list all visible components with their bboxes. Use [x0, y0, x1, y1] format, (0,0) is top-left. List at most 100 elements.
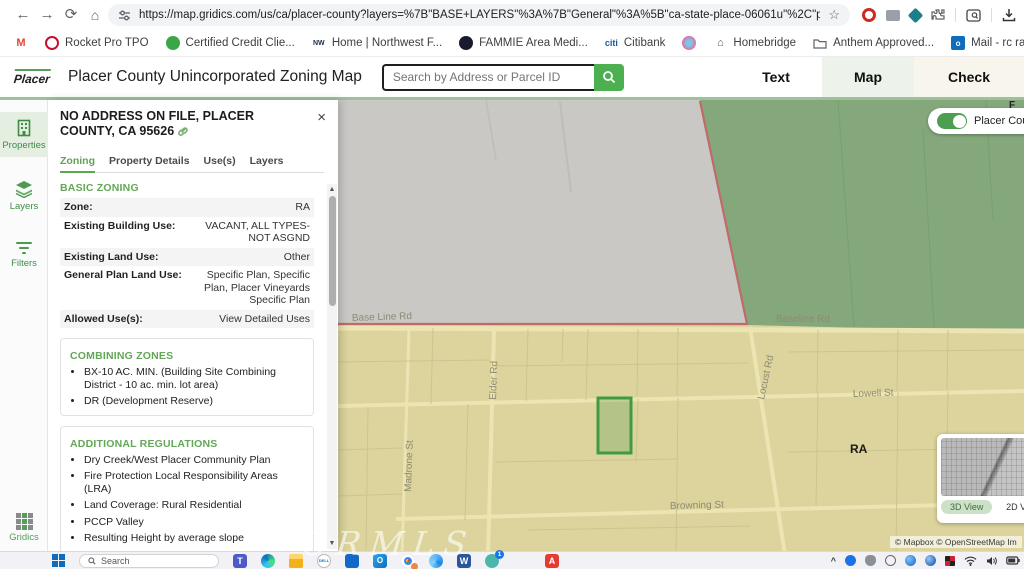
download-icon[interactable] — [1002, 8, 1016, 22]
panel-scrollbar[interactable]: ▲ ▼ — [327, 184, 337, 549]
bookmark-fammie[interactable]: FAMMIE Area Medi... — [459, 36, 588, 50]
sidebar-item-layers[interactable]: Layers — [0, 173, 48, 218]
gridics-logo-icon — [16, 513, 33, 530]
zoning-row-existing-building-use: Existing Building Use: VACANT, ALL TYPES… — [60, 217, 314, 248]
tray-expand-icon[interactable]: ^ — [831, 556, 836, 566]
forward-icon[interactable]: → — [36, 4, 58, 26]
panel-tab-property-details[interactable]: Property Details — [109, 155, 190, 167]
acrobat-icon[interactable]: A — [545, 554, 559, 568]
bookmark-gmail[interactable]: M — [14, 36, 28, 50]
gray-extension-icon[interactable] — [886, 10, 900, 21]
search-input[interactable] — [382, 64, 594, 91]
tray-globe-icon[interactable] — [905, 555, 916, 566]
extension-icons — [862, 4, 1016, 26]
start-button-icon[interactable] — [52, 554, 65, 567]
minimap-thumbnail[interactable] — [941, 438, 1024, 496]
bookmark-star-icon[interactable]: ☆ — [828, 7, 840, 23]
battery-icon[interactable] — [1006, 556, 1020, 565]
road-label-browning-st: Browning St — [670, 500, 724, 512]
tab-search-icon[interactable] — [966, 9, 981, 22]
windows-taskbar: Search T DELL O W 1 A ^ — [0, 551, 1024, 569]
scroll-up-icon[interactable]: ▲ — [327, 186, 337, 193]
zoning-row-general-plan: General Plan Land Use: Specific Plan, Sp… — [60, 266, 314, 310]
snowflake-icon — [682, 36, 696, 50]
blue-app-icon[interactable] — [345, 554, 359, 568]
dell-icon[interactable]: DELL — [317, 554, 331, 568]
bookmark-outlook-mail[interactable]: o Mail - rc raymondco... — [951, 36, 1024, 50]
close-panel-icon[interactable]: × — [317, 112, 326, 124]
combining-zone-link[interactable]: DR (Development Reserve) — [84, 395, 304, 408]
address-bar[interactable]: https://map.gridics.com/us/ca/placer-cou… — [108, 4, 850, 26]
selected-parcel[interactable] — [598, 398, 631, 453]
zoning-row-existing-land-use: Existing Land Use: Other — [60, 248, 314, 267]
url-text: https://map.gridics.com/us/ca/placer-cou… — [139, 9, 820, 21]
search-button[interactable] — [594, 64, 624, 91]
regulation-link[interactable]: Dry Creek/West Placer Community Plan — [84, 454, 304, 467]
bookmark-certified-credit[interactable]: Certified Credit Clie... — [166, 36, 295, 50]
toggle-switch-icon[interactable] — [937, 113, 967, 129]
regulation-link[interactable]: Resulting Height by average slope — [84, 532, 304, 545]
gridics-branding[interactable]: Gridics — [0, 513, 48, 543]
tray-grid-icon[interactable] — [945, 556, 955, 566]
view-detailed-uses-link[interactable]: View Detailed Uses — [219, 313, 310, 326]
view-2d-button[interactable]: 2D Vie — [1006, 502, 1024, 512]
reload-icon[interactable]: ⟳ — [60, 4, 82, 26]
tray-globe2-icon[interactable] — [925, 555, 936, 566]
teal-extension-icon[interactable] — [908, 7, 924, 23]
map-attribution[interactable]: © Mapbox © OpenStreetMap Im — [890, 536, 1022, 548]
section-heading: BASIC ZONING — [60, 182, 314, 194]
sidebar-item-filters[interactable]: Filters — [0, 234, 48, 275]
tab-text[interactable]: Text — [730, 57, 822, 97]
volume-icon[interactable] — [986, 556, 997, 566]
page-title: Placer County Unincorporated Zoning Map — [68, 68, 362, 86]
sidebar-item-properties[interactable]: Properties — [0, 112, 48, 157]
back-icon[interactable]: ← — [12, 4, 34, 26]
zone-link[interactable]: RA — [295, 201, 310, 214]
bookmark-snowflake[interactable] — [682, 36, 696, 50]
bookmark-rocket-pro[interactable]: Rocket Pro TPO — [45, 36, 149, 50]
panel-tab-zoning[interactable]: Zoning — [60, 155, 95, 167]
app-header: Placer Placer County Unincorporated Zoni… — [0, 57, 1024, 97]
red-extension-icon[interactable] — [862, 8, 876, 22]
tab-check[interactable]: Check — [914, 57, 1024, 97]
extensions-puzzle-icon[interactable] — [931, 8, 945, 22]
home-icon[interactable]: ⌂ — [84, 4, 106, 26]
gmail-icon: M — [14, 36, 28, 50]
word-icon[interactable]: W — [457, 554, 471, 568]
header-tabs: Text Map Check — [730, 57, 1024, 97]
zoning-row-zone: Zone: RA — [60, 198, 314, 217]
layer-toggle[interactable]: Placer Count — [928, 108, 1024, 134]
photos-icon[interactable] — [429, 554, 443, 568]
taskbar-search[interactable]: Search — [79, 554, 219, 568]
tray-person-icon[interactable] — [845, 555, 856, 566]
share-link-icon[interactable] — [177, 125, 189, 141]
search-box — [382, 64, 624, 91]
tab-map[interactable]: Map — [822, 57, 914, 97]
zoning-map[interactable]: Base Line Rd Baseline Rd Elder Rd Madron… — [338, 100, 1024, 555]
panel-tab-uses[interactable]: Use(s) — [204, 155, 236, 167]
bookmark-folder-anthem[interactable]: Anthem Approved... — [813, 37, 934, 49]
file-explorer-icon[interactable] — [289, 554, 303, 568]
placer-logo: Placer — [13, 69, 51, 86]
zoning-row-allowed-uses: Allowed Use(s): View Detailed Uses — [60, 310, 314, 329]
bookmark-homebridge[interactable]: ⌂ Homebridge — [713, 36, 796, 50]
tray-circle-icon[interactable] — [885, 555, 896, 566]
teams-icon[interactable]: T — [233, 554, 247, 568]
chrome-icon[interactable] — [401, 554, 415, 568]
system-tray: ^ — [831, 555, 1020, 566]
panel-scroll-content: BASIC ZONING Zone: RA Existing Building … — [60, 182, 324, 569]
panel-tab-layers[interactable]: Layers — [250, 155, 284, 167]
edge-icon[interactable] — [261, 554, 275, 568]
scroll-down-icon[interactable]: ▼ — [327, 540, 337, 547]
outlook-icon[interactable]: O — [373, 554, 387, 568]
phone-app-icon[interactable]: 1 — [485, 554, 499, 568]
onedrive-icon[interactable] — [865, 555, 876, 566]
wifi-icon[interactable] — [964, 556, 977, 566]
scrollbar-thumb[interactable] — [329, 196, 336, 306]
combining-zone-link[interactable]: BX-10 AC. MIN. (Building Site Combining … — [84, 366, 304, 391]
bookmark-citibank[interactable]: citi Citibank — [605, 37, 666, 49]
certified-credit-icon — [166, 36, 180, 50]
bookmark-northwest[interactable]: NW Home | Northwest F... — [312, 36, 442, 50]
view-3d-button[interactable]: 3D View — [941, 500, 992, 514]
road-label-lowell-st: Lowell St — [853, 388, 894, 400]
